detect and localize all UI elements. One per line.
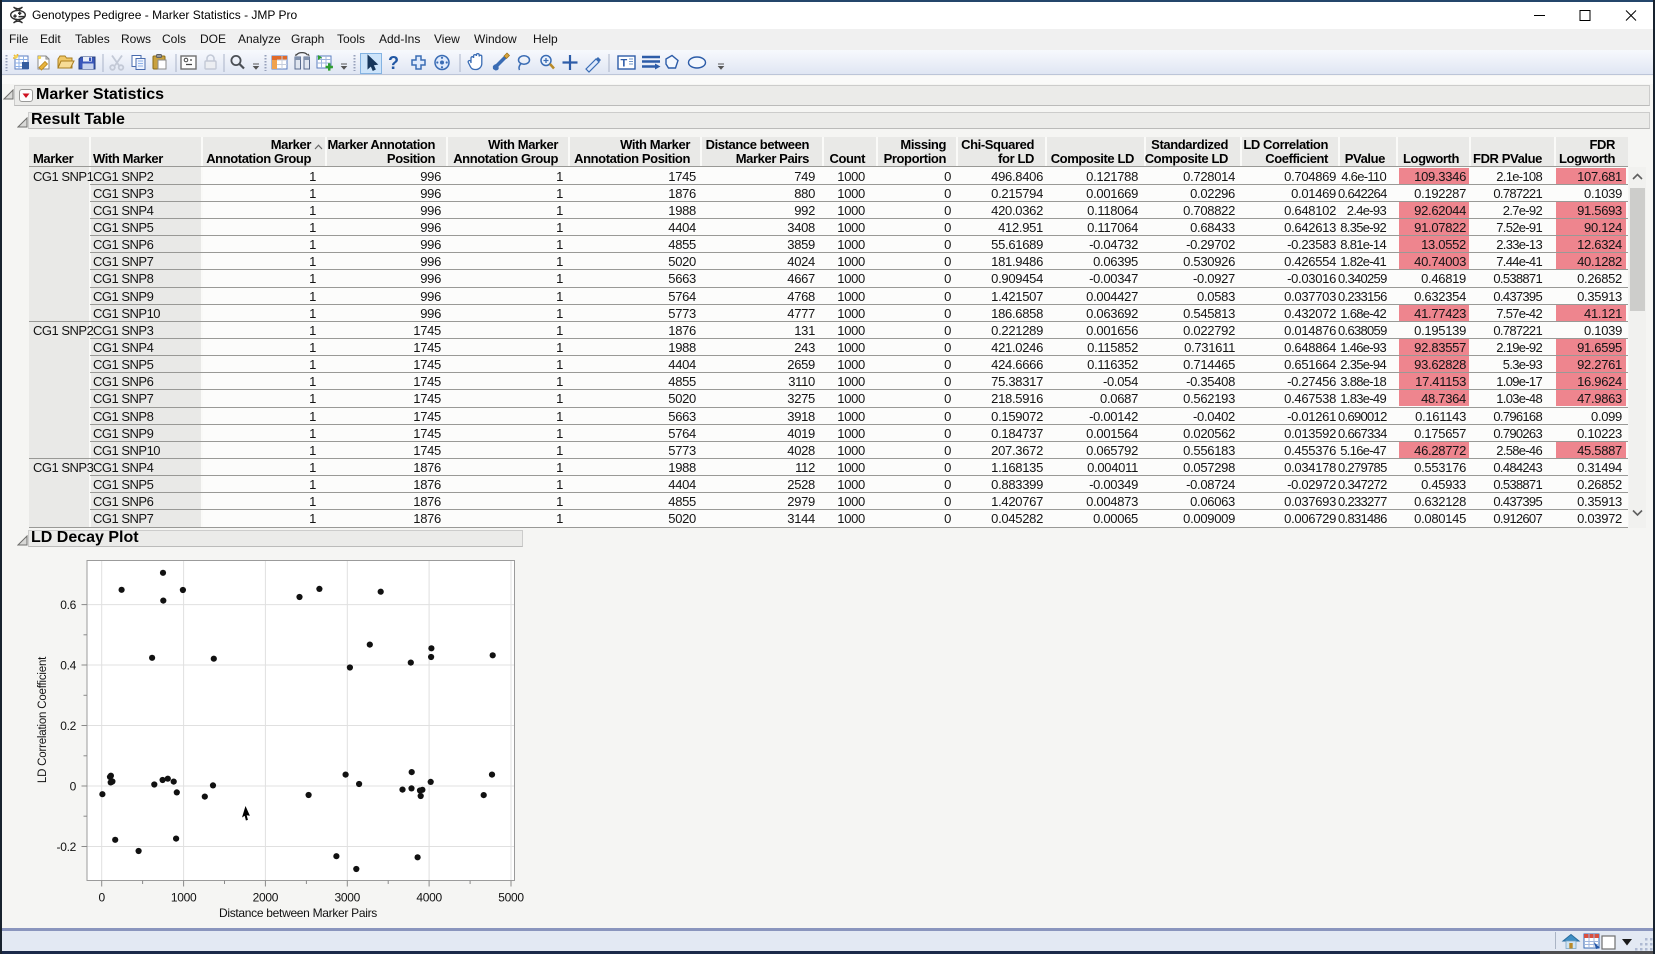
svg-text:0.6: 0.6 <box>60 598 76 612</box>
svg-text:?: ? <box>388 53 399 73</box>
svg-text:-0.2: -0.2 <box>57 840 77 854</box>
svg-text:5000: 5000 <box>498 891 524 905</box>
svg-text:LD Correlation Coefficient: LD Correlation Coefficient <box>37 656 49 783</box>
svg-text:1000: 1000 <box>171 891 197 905</box>
svg-text:0.4: 0.4 <box>60 658 76 672</box>
svg-text:0: 0 <box>70 779 77 793</box>
svg-text:3000: 3000 <box>335 891 361 905</box>
svg-text:Distance between Marker Pairs: Distance between Marker Pairs <box>219 906 377 920</box>
svg-text:0: 0 <box>99 891 106 905</box>
svg-text:2000: 2000 <box>253 891 279 905</box>
svg-text:T: T <box>621 58 628 70</box>
svg-text:0.2: 0.2 <box>60 719 76 733</box>
svg-text:4000: 4000 <box>416 891 442 905</box>
